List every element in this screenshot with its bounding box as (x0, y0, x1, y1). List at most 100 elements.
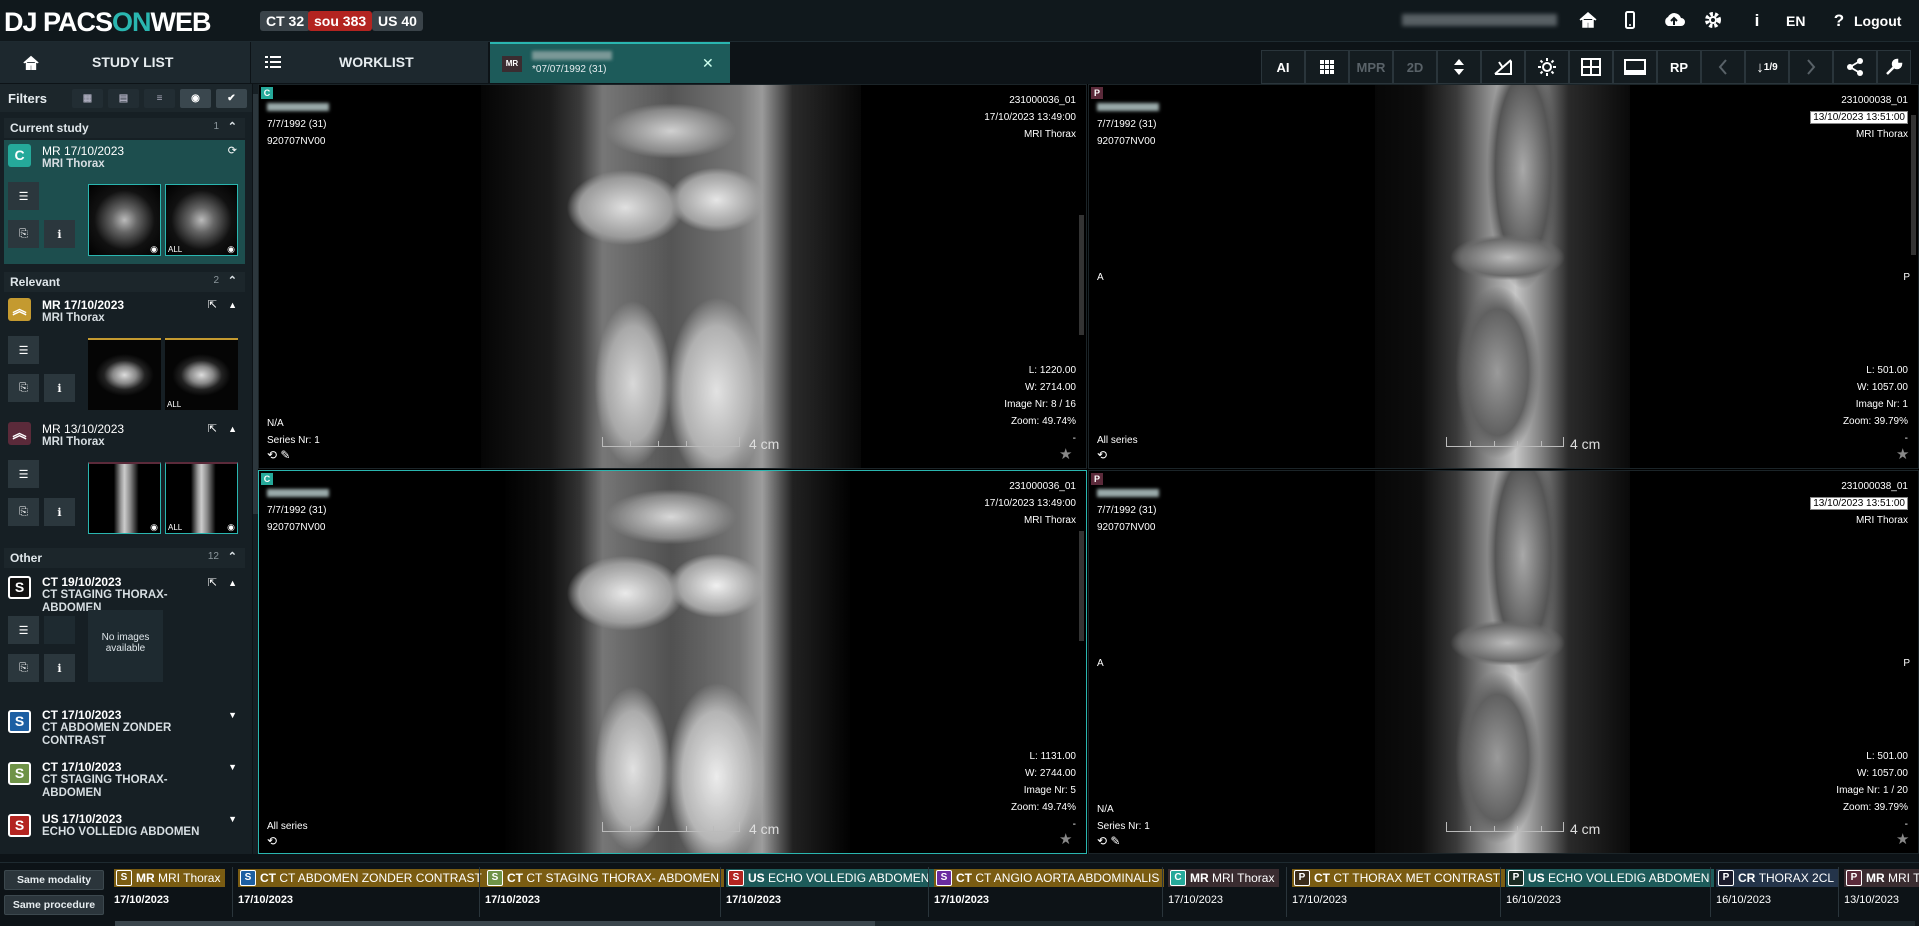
logout-button[interactable]: Logout (1854, 13, 1901, 29)
help-icon[interactable]: ? (1828, 10, 1850, 32)
related-studies-scroll-thumb[interactable] (115, 921, 875, 926)
documents-icon[interactable]: ⎘ (8, 220, 39, 248)
star-icon[interactable]: ★ (1059, 445, 1072, 463)
filter-calendar-icon[interactable]: ▦ (72, 89, 103, 108)
filter-check-icon[interactable]: ✔ (216, 89, 247, 108)
documents-icon[interactable]: ⎘ (8, 498, 39, 526)
filter-clipboard-icon[interactable]: ▤ (108, 89, 139, 108)
2d-button[interactable]: 2D (1393, 50, 1437, 84)
chevron-up-icon[interactable]: ▲ (228, 300, 237, 310)
ai-button[interactable]: AI (1261, 50, 1305, 84)
report-check-icon[interactable]: ☰ (8, 182, 39, 210)
other-study-2[interactable]: S CT 17/10/2023 CT ABDOMEN ZONDER CONTRA… (4, 704, 245, 756)
current-description: MRI Thorax (42, 158, 105, 170)
scale-ruler (1446, 437, 1564, 447)
study-list-tab[interactable]: STUDY LIST (62, 42, 250, 83)
related-study-10[interactable]: P MR MRI T 13/10/2023 (1844, 867, 1919, 917)
info-icon[interactable]: ℹ (44, 374, 75, 402)
documents-icon[interactable]: ⎘ (8, 374, 39, 402)
prev-icon[interactable] (1701, 50, 1745, 84)
cine-loop-icon[interactable]: ⟲ ✎ (267, 448, 290, 462)
patient-tab-active[interactable]: MR *07/07/1992 (31) ✕ (490, 42, 730, 83)
series-thumbnail-1[interactable]: ◉ (88, 184, 161, 256)
viewport-scrollbar[interactable] (1079, 215, 1084, 335)
viewport-scrollbar[interactable] (1079, 531, 1084, 641)
cloud-upload-icon[interactable] (1662, 10, 1688, 32)
chevron-down-icon[interactable]: ▼ (228, 814, 237, 824)
language-selector[interactable]: EN (1786, 13, 1805, 29)
info-icon[interactable]: ℹ (44, 498, 75, 526)
relevant-2-description: MRI Thorax (42, 436, 105, 448)
refresh-icon[interactable]: ⟳ (228, 144, 237, 157)
current-study-header[interactable]: Current study 1 ⌃ (4, 118, 245, 138)
cine-loop-icon[interactable]: ⟲ (1097, 448, 1107, 462)
gear-icon[interactable] (1703, 10, 1725, 32)
star-icon[interactable]: ★ (1059, 830, 1072, 848)
series-thumbnail-all[interactable]: ALL ◉ (165, 184, 238, 256)
badge-ct[interactable]: CT 32 (260, 11, 311, 31)
report-missing-icon[interactable]: ☰ (8, 616, 39, 644)
mpr-button[interactable]: MPR (1349, 50, 1393, 84)
study-info-overlay: 231000038_01 13/10/2023 13:51:00 MRI Tho… (1810, 478, 1908, 529)
series-thumbnail-sagittal[interactable]: ◉ (88, 462, 161, 534)
scroll-arrows-icon[interactable] (1437, 50, 1481, 84)
home-icon[interactable] (1578, 10, 1600, 32)
external-link-icon[interactable]: ⇱ (208, 422, 217, 435)
relevant-header[interactable]: Relevant 2 ⌃ (4, 272, 245, 292)
star-icon[interactable]: ★ (1896, 445, 1909, 463)
filter-list-icon[interactable]: ≡ (144, 89, 175, 108)
series-thumbnail-axial[interactable] (88, 338, 161, 410)
viewport-bottom-left[interactable]: C 7/7/1992 (31) 920707NV00 231000036_01 … (258, 470, 1087, 854)
series-thumbnail-all[interactable]: ALL (165, 338, 238, 410)
external-link-icon[interactable]: ⇱ (208, 576, 217, 589)
viewport-bottom-right[interactable]: P 7/7/1992 (31) 920707NV00 231000038_01 … (1088, 470, 1919, 854)
chevron-up-icon[interactable]: ▲ (228, 578, 237, 588)
related-description: MRI Thorax (1212, 871, 1275, 885)
report-check-icon[interactable]: ☰ (8, 460, 39, 488)
rp-button[interactable]: RP (1657, 50, 1701, 84)
chevron-down-icon[interactable]: ▼ (228, 710, 237, 720)
badge-us[interactable]: US 40 (372, 11, 423, 31)
tools-icon[interactable] (1877, 50, 1911, 84)
other-study-3[interactable]: S CT 17/10/2023 CT STAGING THORAX-ABDOME… (4, 756, 245, 808)
fullscreen-icon[interactable] (1613, 50, 1657, 84)
badge-sou[interactable]: sou 383 (308, 11, 373, 31)
viewport-top-left[interactable]: C 7/7/1992 (31) 920707NV00 231000036_01 … (258, 84, 1087, 469)
other-study-1[interactable]: S CT 19/10/2023 CT STAGING THORAX-ABDOME… (4, 572, 245, 702)
info-icon[interactable]: ℹ (44, 654, 75, 682)
layout-icon[interactable] (1569, 50, 1613, 84)
external-link-icon[interactable]: ⇱ (208, 298, 217, 311)
current-study-card[interactable]: C MR 17/10/2023 MRI Thorax ⟳ ☰ ⎘ ℹ ◉ ALL… (4, 140, 245, 264)
relevant-study-2[interactable]: ︽ MR 13/10/2023 MRI Thorax ⇱ ▲ ☰ ⎘ ℹ ◉ A… (4, 418, 245, 542)
nav-home-button[interactable] (0, 42, 62, 83)
grid-icon[interactable] (1305, 50, 1349, 84)
next-icon[interactable] (1789, 50, 1833, 84)
cine-loop-icon[interactable]: ⟲ (267, 834, 277, 848)
app-logo[interactable]: DJ PACSONWEB (4, 7, 212, 38)
documents-icon[interactable]: ⎘ (8, 654, 39, 682)
worklist-tab[interactable]: WORKLIST (250, 42, 488, 83)
sort-icon[interactable]: ↓ 1/9 (1745, 50, 1789, 84)
chevron-up-icon[interactable]: ▲ (228, 424, 237, 434)
mobile-icon[interactable] (1620, 10, 1642, 32)
brightness-icon[interactable] (1525, 50, 1569, 84)
report-missing-icon[interactable]: ☰ (8, 336, 39, 364)
star-icon[interactable]: ★ (1896, 830, 1909, 848)
series-thumbnail-all[interactable]: ALL ◉ (165, 462, 238, 534)
other-study-4[interactable]: S US 17/10/2023 ECHO VOLLEDIG ABDOMEN ▼ (4, 808, 245, 854)
close-icon[interactable]: ✕ (702, 55, 714, 72)
filter-eye-icon[interactable]: ◉ (180, 89, 211, 108)
share-icon[interactable] (1833, 50, 1877, 84)
viewport-scrollbar[interactable] (1911, 115, 1916, 255)
chevron-down-icon[interactable]: ▼ (228, 762, 237, 772)
info-icon[interactable]: ℹ (44, 220, 75, 248)
cine-loop-icon[interactable]: ⟲ ✎ (1097, 834, 1120, 848)
relevant-study-1[interactable]: ︽ MR 17/10/2023 MRI Thorax ⇱ ▲ ☰ ⎘ ℹ ALL (4, 294, 245, 418)
other-header[interactable]: Other 12 ⌃ (4, 548, 245, 568)
same-modality-button[interactable]: Same modality (4, 870, 104, 890)
related-studies-scrollbar[interactable] (115, 921, 1915, 926)
same-procedure-button[interactable]: Same procedure (4, 895, 104, 915)
viewport-top-right[interactable]: P 7/7/1992 (31) 920707NV00 231000038_01 … (1088, 84, 1919, 469)
no-sync-icon[interactable] (1481, 50, 1525, 84)
info-icon[interactable]: i (1746, 10, 1768, 32)
